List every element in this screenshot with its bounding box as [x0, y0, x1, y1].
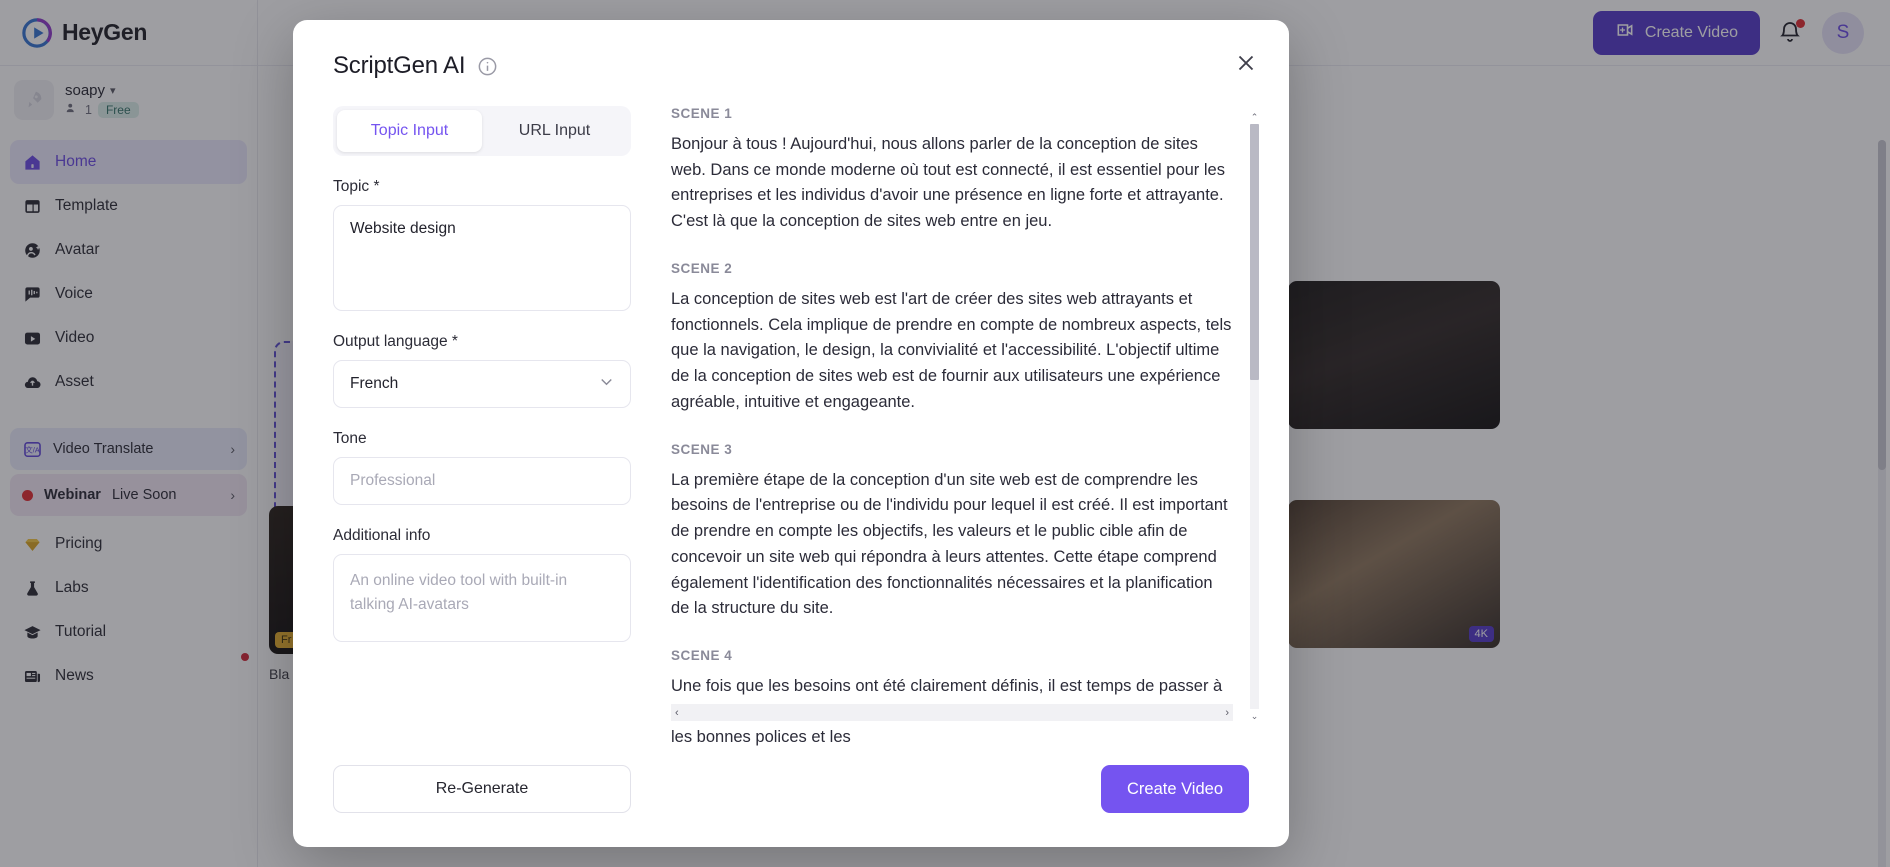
scene-text[interactable]: La conception de sites web est l'art de … [671, 287, 1233, 416]
output-language-value: French [350, 375, 399, 392]
scroll-right-arrow-icon[interactable]: › [1225, 707, 1229, 719]
scroll-up-arrow-icon[interactable]: ⌃ [1250, 110, 1259, 124]
output-language-label: Output language * [333, 333, 458, 350]
additional-info-placeholder: An online video tool with built-in talki… [350, 572, 568, 614]
info-circle-icon[interactable] [477, 56, 498, 77]
scene-label: SCENE 4 [671, 648, 733, 664]
script-vertical-scrollbar[interactable]: ⌃ ⌄ [1250, 110, 1259, 723]
script-scroll-area[interactable]: SCENE 1 Bonjour à tous ! Aujourd'hui, no… [671, 106, 1259, 765]
form-panel: Topic Input URL Input Topic * Website de… [333, 106, 631, 765]
output-language-select[interactable]: French [333, 360, 631, 408]
field-topic: Topic * Website design [333, 178, 631, 311]
additional-info-input[interactable]: An online video tool with built-in talki… [333, 554, 631, 642]
tab-label: URL Input [518, 122, 591, 139]
regenerate-button[interactable]: Re-Generate [333, 765, 631, 813]
field-additional-info: Additional info An online video tool wit… [333, 527, 631, 642]
tab-url-input[interactable]: URL Input [482, 110, 627, 152]
regenerate-label: Re-Generate [435, 780, 529, 797]
modal-create-video-button[interactable]: Create Video [1100, 765, 1249, 813]
scroll-down-arrow-icon[interactable]: ⌄ [1250, 709, 1259, 723]
topic-value: Website design [350, 220, 456, 237]
scene-label: SCENE 2 [671, 260, 733, 276]
scene-block: SCENE 2 La conception de sites web est l… [671, 261, 1233, 416]
close-icon[interactable] [1231, 48, 1261, 78]
scene-label: SCENE 3 [671, 441, 733, 457]
tone-input[interactable]: Professional [333, 457, 631, 505]
script-horizontal-scrollbar[interactable]: ‹ › [671, 704, 1233, 721]
scene-block: SCENE 4 Une fois que les besoins ont été… [671, 648, 1233, 751]
modal-body: Topic Input URL Input Topic * Website de… [293, 80, 1289, 765]
tone-label: Tone [333, 430, 367, 447]
app-root: HeyGen soapy ▾ 1 Free Home Template Avat… [0, 0, 1890, 867]
field-tone: Tone Professional [333, 430, 631, 505]
scroll-left-arrow-icon[interactable]: ‹ [675, 707, 679, 719]
modal-footer: Re-Generate Create Video [293, 765, 1289, 847]
additional-info-label: Additional info [333, 527, 431, 544]
scene-block: SCENE 3 La première étape de la concepti… [671, 442, 1233, 622]
chevron-down-icon [597, 372, 616, 396]
script-panel: SCENE 1 Bonjour à tous ! Aujourd'hui, no… [631, 106, 1259, 765]
create-video-label: Create Video [1126, 779, 1223, 798]
tab-label: Topic Input [370, 122, 449, 139]
tone-placeholder: Professional [350, 472, 436, 489]
scene-text[interactable]: Bonjour à tous ! Aujourd'hui, nous allon… [671, 132, 1233, 235]
field-output-language: Output language * French [333, 333, 631, 408]
topic-label: Topic * [333, 178, 380, 195]
scene-label: SCENE 1 [671, 106, 733, 121]
page-title: ScriptGen AI [333, 52, 466, 79]
scriptgen-modal: ScriptGen AI Topic Input URL Input Topic… [293, 20, 1289, 847]
scene-block: SCENE 1 Bonjour à tous ! Aujourd'hui, no… [671, 106, 1233, 235]
scene-text[interactable]: La première étape de la conception d'un … [671, 468, 1233, 622]
topic-input[interactable]: Website design [333, 205, 631, 311]
scrollbar-thumb[interactable] [1250, 124, 1259, 380]
input-mode-tabs: Topic Input URL Input [333, 106, 631, 156]
tab-topic-input[interactable]: Topic Input [337, 110, 482, 152]
modal-header: ScriptGen AI [293, 20, 1289, 80]
